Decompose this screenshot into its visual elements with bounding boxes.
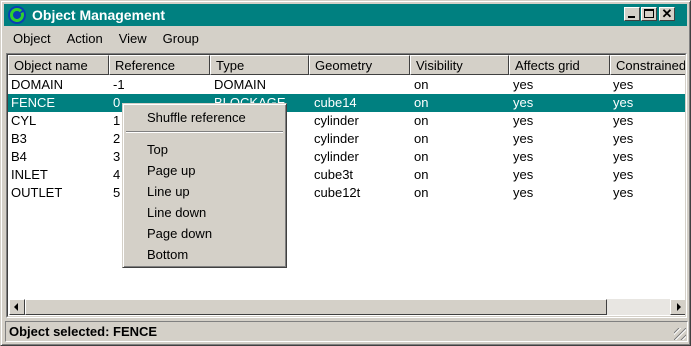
window-title: Object Management — [32, 7, 166, 23]
cell-reference: 2 — [113, 131, 121, 146]
scroll-left-button[interactable] — [9, 299, 25, 315]
object-list[interactable]: Object name Reference Type Geometry Visi… — [6, 53, 687, 318]
context-menu: Shuffle reference Top Page up Line up Li… — [122, 103, 287, 268]
cell-reference: 0 — [113, 95, 121, 110]
menu-action[interactable]: Action — [59, 29, 111, 48]
menu-group[interactable]: Group — [155, 29, 207, 48]
horizontal-scrollbar[interactable] — [9, 299, 685, 315]
cell-reference: 3 — [113, 149, 121, 164]
cell-affects-grid: yes — [513, 185, 534, 200]
menu-object[interactable]: Object — [5, 29, 59, 48]
cell-constrained: yes — [613, 95, 634, 110]
arrow-left-icon — [14, 303, 18, 311]
cell-reference: 1 — [113, 113, 121, 128]
table-row[interactable]: CYL 1 cylinder on yes yes — [8, 112, 685, 130]
cell-object-name: B3 — [11, 131, 27, 146]
cell-object-name: CYL — [11, 113, 37, 128]
title-bar[interactable]: Object Management ✕ — [4, 4, 687, 26]
column-header-reference[interactable]: Reference — [109, 55, 210, 75]
cell-geometry: cylinder — [314, 149, 359, 164]
menu-line-down[interactable]: Line down — [147, 205, 206, 220]
column-header-geometry[interactable]: Geometry — [309, 55, 410, 75]
cell-object-name: FENCE — [11, 95, 56, 110]
column-header-visibility[interactable]: Visibility — [410, 55, 509, 75]
menu-shuffle-reference[interactable]: Shuffle reference — [147, 110, 246, 125]
cell-constrained: yes — [613, 131, 634, 146]
app-refresh-icon — [8, 6, 26, 24]
cell-object-name: OUTLET — [11, 185, 63, 200]
table-row[interactable]: DOMAIN -1 DOMAIN on yes yes — [8, 76, 685, 94]
cell-affects-grid: yes — [513, 95, 534, 110]
cell-constrained: yes — [613, 149, 634, 164]
cell-visibility: on — [414, 95, 429, 110]
cell-constrained: yes — [613, 167, 634, 182]
cell-visibility: on — [414, 131, 429, 146]
table-row[interactable]: B4 3 cylinder on yes yes — [8, 148, 685, 166]
cell-geometry: cube12t — [314, 185, 361, 200]
menu-line-up[interactable]: Line up — [147, 184, 190, 199]
cell-object-name: INLET — [11, 167, 48, 182]
cell-constrained: yes — [613, 113, 634, 128]
resize-grip-icon[interactable] — [674, 328, 686, 340]
cell-geometry: cube3t — [314, 167, 354, 182]
maximize-icon — [644, 9, 654, 18]
cell-visibility: on — [414, 149, 429, 164]
column-header-type[interactable]: Type — [210, 55, 309, 75]
cell-visibility: on — [414, 113, 429, 128]
column-header-object-name[interactable]: Object name — [8, 55, 109, 75]
cell-geometry: cube14 — [314, 95, 357, 110]
cell-reference: -1 — [113, 77, 125, 92]
cell-reference: 5 — [113, 185, 121, 200]
cell-geometry: cylinder — [314, 113, 359, 128]
status-text: Object selected: FENCE — [9, 324, 158, 339]
cell-visibility: on — [414, 185, 429, 200]
object-management-window: Object Management ✕ Object Action View Grou… — [0, 0, 691, 346]
cell-visibility: on — [414, 167, 429, 182]
list-header: Object name Reference Type Geometry Visi… — [8, 55, 685, 75]
close-button[interactable]: ✕ — [659, 6, 675, 21]
status-bar: Object selected: FENCE — [5, 321, 688, 342]
cell-affects-grid: yes — [513, 131, 534, 146]
menu-bottom[interactable]: Bottom — [147, 247, 188, 262]
menu-view[interactable]: View — [111, 29, 155, 48]
cell-object-name: B4 — [11, 149, 27, 164]
cell-affects-grid: yes — [513, 167, 534, 182]
menu-top[interactable]: Top — [147, 142, 168, 157]
table-row[interactable]: INLET 4 cube3t on yes yes — [8, 166, 685, 184]
menu-page-up[interactable]: Page up — [147, 163, 195, 178]
minimize-icon — [628, 16, 635, 18]
cell-type: DOMAIN — [214, 77, 266, 92]
scroll-right-button[interactable] — [670, 299, 685, 315]
cell-object-name: DOMAIN — [11, 77, 63, 92]
table-row-selected[interactable]: FENCE 0 BLOCKAGE cube14 on yes yes — [8, 94, 685, 112]
menu-page-down[interactable]: Page down — [147, 226, 212, 241]
column-header-constrained[interactable]: Constrained — [610, 55, 685, 75]
maximize-button[interactable] — [641, 7, 657, 21]
cell-constrained: yes — [613, 77, 634, 92]
table-row[interactable]: OUTLET 5 cube12t on yes yes — [8, 184, 685, 202]
cell-reference: 4 — [113, 167, 121, 182]
cell-affects-grid: yes — [513, 113, 534, 128]
menu-bar: Object Action View Group — [5, 29, 207, 51]
menu-separator — [126, 131, 283, 133]
close-icon: ✕ — [661, 6, 673, 21]
column-header-affects-grid[interactable]: Affects grid — [509, 55, 610, 75]
cell-affects-grid: yes — [513, 77, 534, 92]
cell-visibility: on — [414, 77, 429, 92]
cell-constrained: yes — [613, 185, 634, 200]
cell-affects-grid: yes — [513, 149, 534, 164]
table-row[interactable]: B3 2 cylinder on yes yes — [8, 130, 685, 148]
scroll-thumb[interactable] — [25, 299, 607, 315]
cell-geometry: cylinder — [314, 131, 359, 146]
minimize-button[interactable] — [624, 7, 640, 21]
arrow-right-icon — [677, 303, 681, 311]
